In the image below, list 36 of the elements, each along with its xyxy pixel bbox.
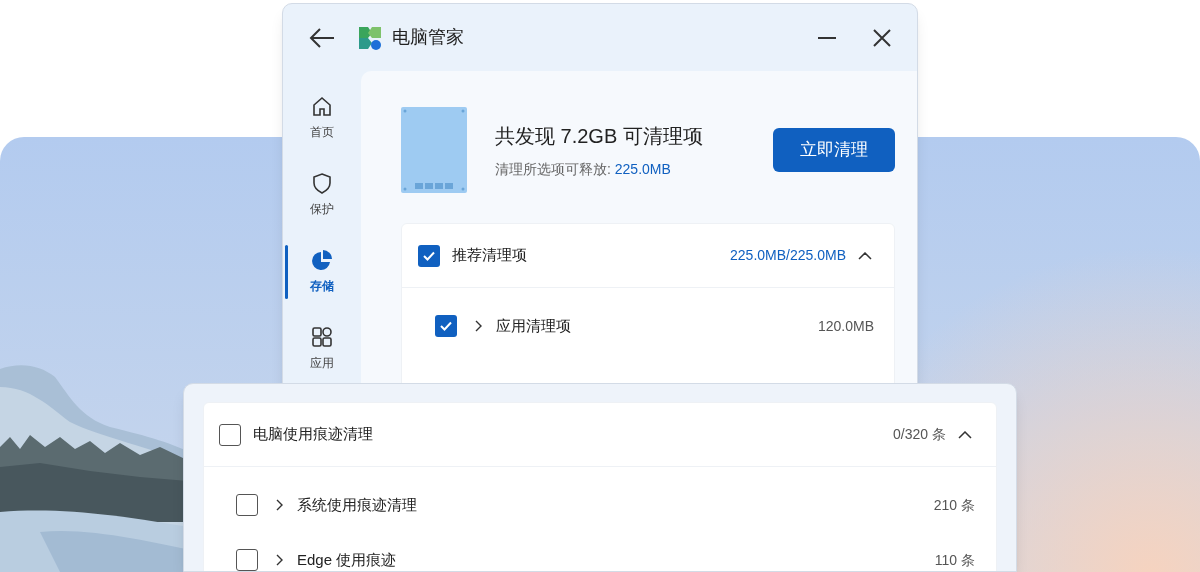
minimize-icon[interactable] [817, 35, 837, 40]
checkbox[interactable] [418, 244, 440, 267]
checkmark-icon [440, 321, 452, 331]
group-total: 0/320 条 [893, 425, 946, 444]
checkmark-icon [423, 250, 435, 261]
summary-subtitle: 清理所选项可释放: 225.0MB [495, 159, 672, 179]
collapse-chevron-icon[interactable] [958, 430, 972, 439]
item-size: 110 条 [934, 550, 975, 570]
pie-chart-icon [311, 249, 333, 271]
back-icon[interactable] [309, 27, 335, 48]
item-size: 120.0MB [817, 316, 874, 336]
group-total: 225.0MB/225.0MB [730, 246, 846, 265]
collapse-chevron-icon[interactable] [858, 251, 872, 260]
home-icon [311, 95, 333, 117]
checkbox[interactable] [435, 315, 457, 337]
group-title: 电脑使用痕迹清理 [253, 424, 373, 445]
close-icon[interactable] [873, 28, 891, 47]
checkbox[interactable] [236, 549, 258, 571]
clean-now-button[interactable]: 立即清理 [773, 128, 895, 172]
app-logo-icon [357, 24, 383, 51]
shield-icon [311, 172, 333, 194]
disk-illustration-icon [401, 107, 467, 193]
checkbox[interactable] [219, 423, 241, 446]
sidebar-item[interactable]: 首页 [283, 89, 361, 147]
item-size: 210 条 [933, 495, 975, 515]
sidebar-item[interactable]: 保护 [283, 166, 361, 224]
item-label: 系统使用痕迹清理 [297, 494, 417, 515]
checkbox[interactable] [236, 494, 258, 516]
item-label: Edge 使用痕迹 [297, 549, 397, 570]
item-label: 应用清理项 [496, 315, 571, 336]
apps-icon [311, 326, 333, 348]
group-title: 推荐清理项 [452, 245, 527, 266]
sidebar-item[interactable]: 应用 [283, 320, 361, 378]
sidebar-item[interactable]: 存储 [283, 243, 361, 301]
window-title: 电脑管家 [392, 26, 464, 49]
summary-title: 共发现 7.2GB 可清理项 [495, 123, 704, 149]
